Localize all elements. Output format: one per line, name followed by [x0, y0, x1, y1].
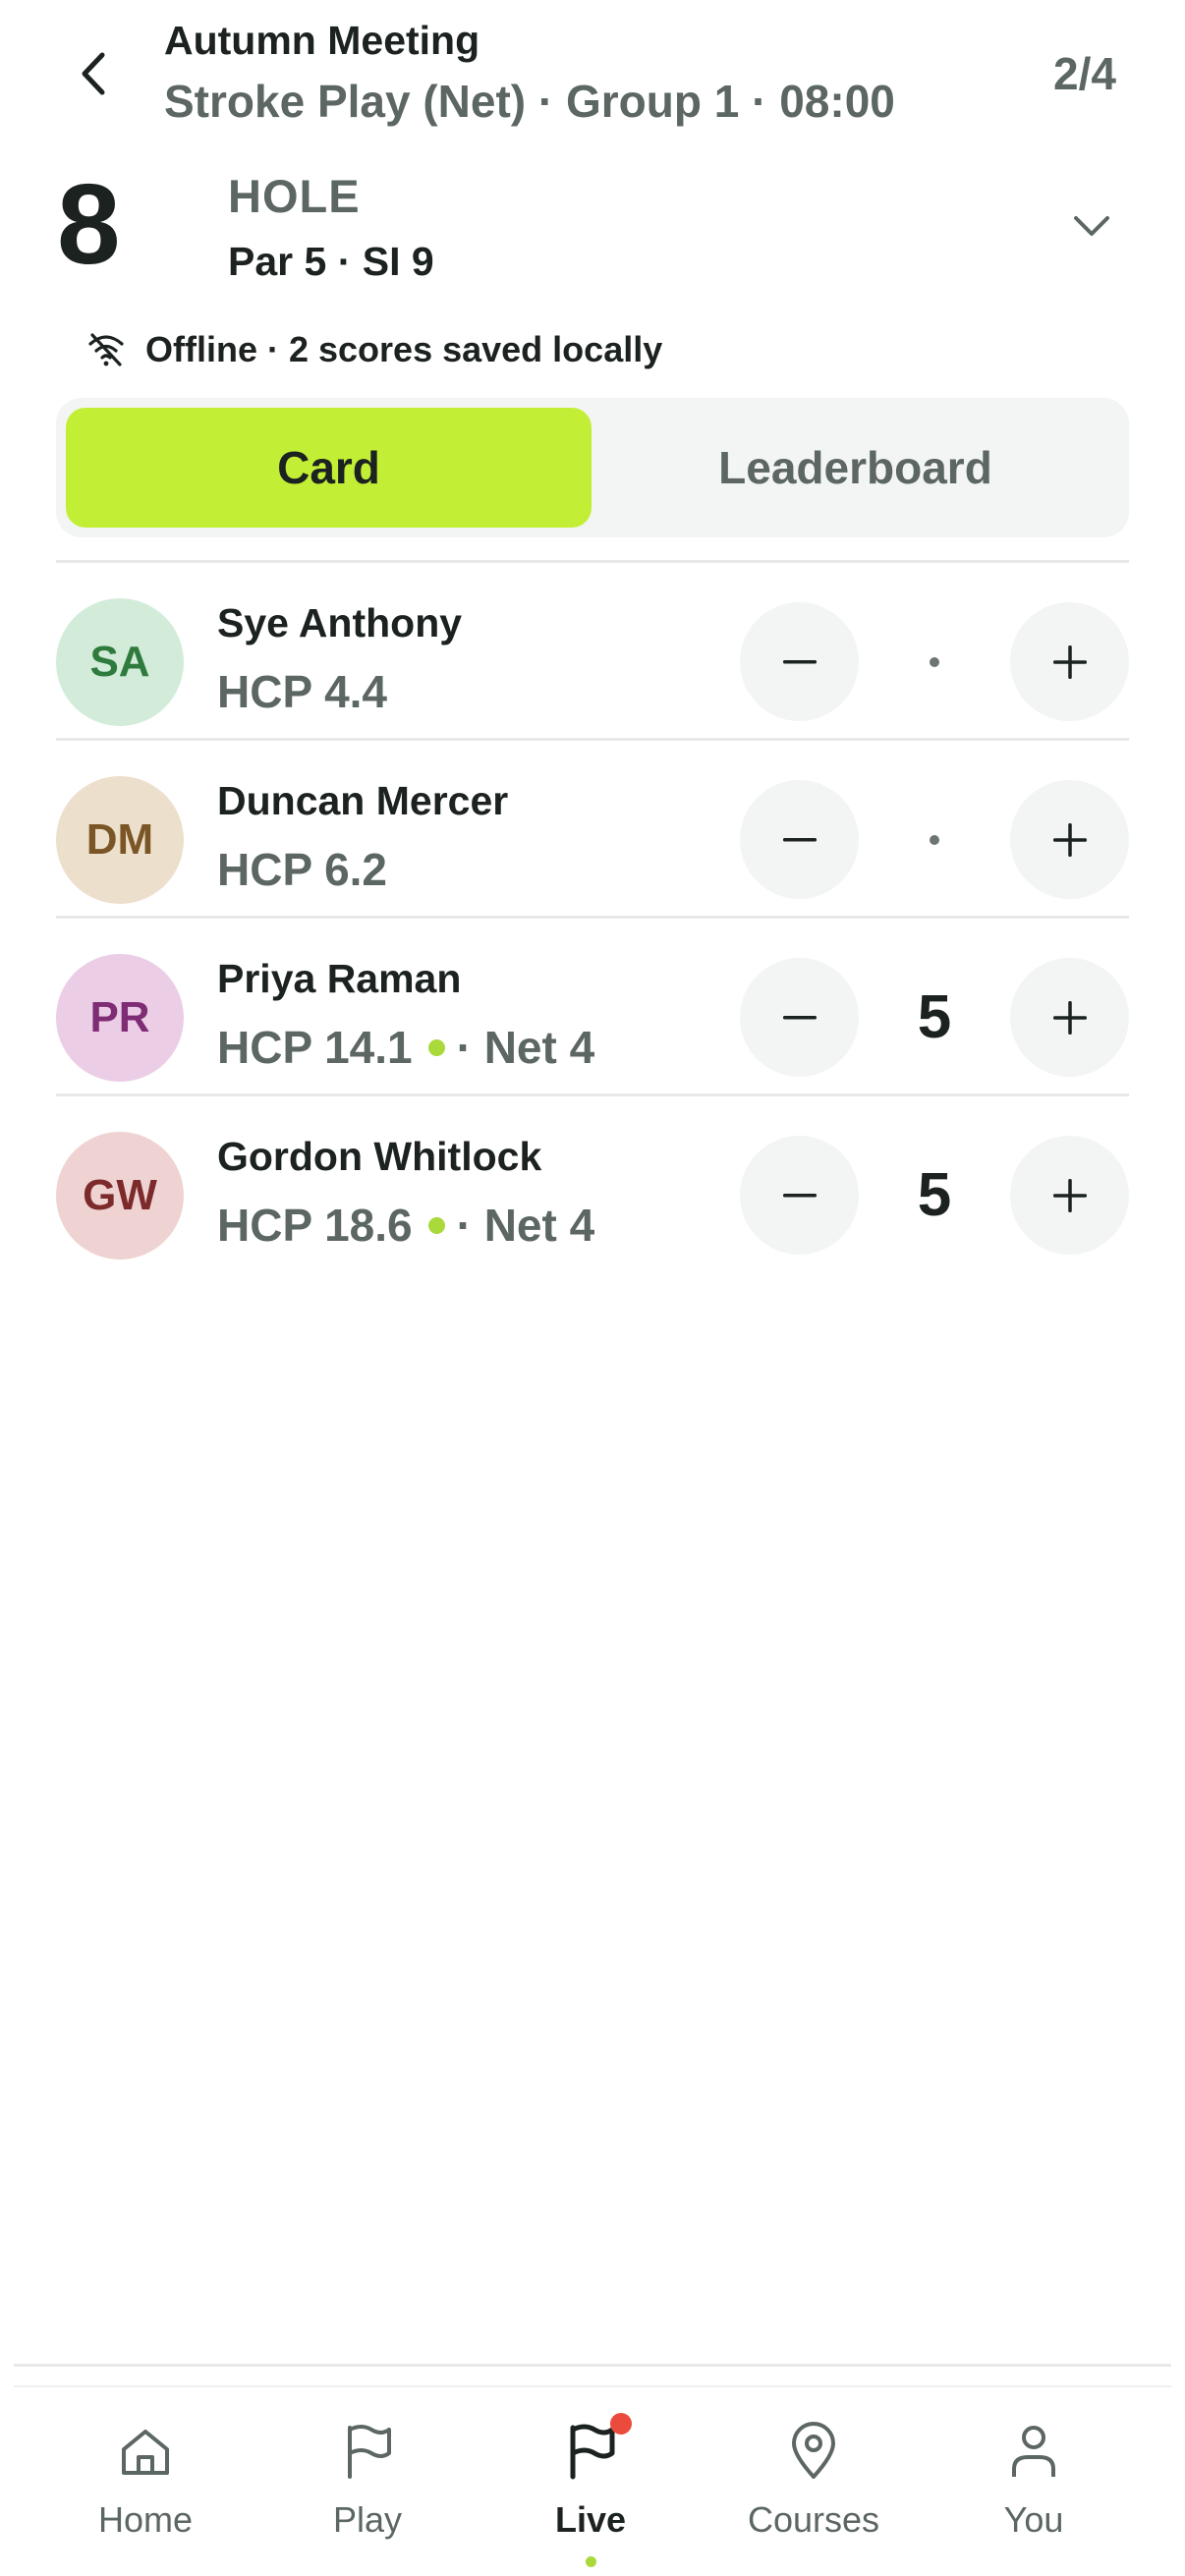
handicap-text: HCP 4.4	[217, 666, 388, 717]
empty-score-dot	[930, 834, 939, 845]
hole-par-si: Par 5 · SI 9	[228, 239, 434, 284]
flag-icon	[340, 2417, 395, 2486]
nav-item-live[interactable]: Live	[492, 2389, 689, 2576]
plus-icon	[1052, 1000, 1087, 1035]
handicap-text: HCP 6.2	[217, 844, 388, 895]
player-row: GW Gordon Whitlock HCP 18.6 · Net 4 5	[56, 1096, 1129, 1271]
nav-divider	[14, 2364, 1171, 2367]
minus-icon	[782, 1015, 817, 1019]
back-button[interactable]	[69, 49, 118, 98]
player-handicap: HCP 18.6 · Net 4	[217, 1199, 594, 1252]
wifi-off-icon	[88, 333, 124, 366]
hole-number: 8	[57, 160, 121, 288]
player-handicap: HCP 4.4	[217, 665, 387, 718]
increase-score-button[interactable]	[1010, 1136, 1129, 1255]
group-pager[interactable]: 2/4	[1053, 47, 1116, 100]
minus-icon	[782, 659, 817, 663]
player-handicap: HCP 14.1 · Net 4	[217, 1021, 594, 1074]
nav-item-you[interactable]: You	[935, 2389, 1132, 2576]
event-title: Autumn Meeting	[164, 18, 480, 63]
plus-icon	[1052, 644, 1087, 679]
empty-score-dot	[930, 656, 939, 667]
handicap-text: HCP 18.6	[217, 1200, 413, 1251]
plus-icon	[1052, 1178, 1087, 1212]
view-toggle: Card Leaderboard	[56, 398, 1129, 537]
score-value	[859, 780, 1010, 899]
nav-item-play[interactable]: Play	[269, 2389, 466, 2576]
tab-card[interactable]: Card	[66, 408, 592, 528]
chevron-left-icon	[82, 52, 105, 95]
nav-divider	[14, 2385, 1171, 2387]
active-indicator	[585, 2556, 596, 2567]
scored-dot	[427, 1038, 445, 1056]
player-row: SA Sye Anthony HCP 4.4	[56, 563, 1129, 738]
hole-selector-button[interactable]	[1067, 201, 1116, 251]
net-score-text: · Net 4	[456, 1200, 595, 1251]
decrease-score-button[interactable]	[740, 1136, 859, 1255]
player-list: SA Sye Anthony HCP 4.4 DM Duncan Mercer …	[56, 560, 1129, 1271]
nav-item-courses[interactable]: Courses	[715, 2389, 912, 2576]
avatar: SA	[56, 598, 184, 726]
score-value: 5	[917, 1161, 952, 1229]
player-handicap: HCP 6.2	[217, 843, 387, 896]
increase-score-button[interactable]	[1010, 602, 1129, 721]
handicap-text: HCP 14.1	[217, 1022, 413, 1073]
player-name: Gordon Whitlock	[217, 1134, 542, 1179]
player-row: DM Duncan Mercer HCP 6.2	[56, 741, 1129, 916]
player-name: Sye Anthony	[217, 600, 463, 645]
tab-leaderboard[interactable]: Leaderboard	[592, 408, 1119, 528]
map-pin-icon	[786, 2417, 841, 2486]
score-value	[859, 602, 1010, 721]
flag-live-icon	[563, 2413, 632, 2486]
notification-badge	[610, 2413, 632, 2435]
event-subtitle: Stroke Play (Net) · Group 1 · 08:00	[164, 76, 895, 127]
decrease-score-button[interactable]	[740, 958, 859, 1077]
increase-score-button[interactable]	[1010, 780, 1129, 899]
scored-dot	[427, 1216, 445, 1234]
score-value: 5	[917, 983, 952, 1051]
player-name: Priya Raman	[217, 956, 462, 1001]
user-icon	[1006, 2417, 1061, 2486]
offline-status-text: Offline · 2 scores saved locally	[145, 329, 663, 369]
avatar: DM	[56, 776, 184, 904]
nav-label-home: Home	[97, 2499, 194, 2540]
increase-score-button[interactable]	[1010, 958, 1129, 1077]
offline-status: Offline · 2 scores saved locally	[86, 329, 662, 370]
nav-label-live: Live	[554, 2499, 627, 2540]
nav-label-play: Play	[332, 2499, 403, 2540]
hole-label: HOLE	[228, 170, 361, 222]
home-icon	[118, 2417, 173, 2486]
avatar: PR	[56, 954, 184, 1082]
avatar: GW	[56, 1132, 184, 1260]
player-name: Duncan Mercer	[217, 778, 509, 823]
minus-icon	[782, 1193, 817, 1197]
bottom-nav: Home Play Live Courses You	[0, 2389, 1185, 2576]
nav-item-home[interactable]: Home	[47, 2389, 244, 2576]
decrease-score-button[interactable]	[740, 780, 859, 899]
minus-icon	[782, 837, 817, 841]
net-score-text: · Net 4	[456, 1022, 595, 1073]
decrease-score-button[interactable]	[740, 602, 859, 721]
chevron-down-icon	[1074, 216, 1109, 236]
nav-label-you: You	[1003, 2499, 1064, 2540]
player-row: PR Priya Raman HCP 14.1 · Net 4 5	[56, 919, 1129, 1093]
plus-icon	[1052, 822, 1087, 857]
nav-label-courses: Courses	[747, 2499, 880, 2540]
